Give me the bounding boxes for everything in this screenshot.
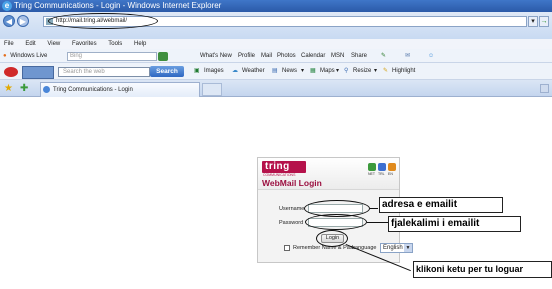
flag-label-net: NET — [368, 172, 375, 176]
language-flag-net-icon[interactable] — [368, 163, 376, 171]
msn-resize[interactable]: Resize — [353, 63, 371, 80]
menu-bar: File Edit View Favorites Tools Help — [0, 39, 552, 49]
resize-icon: ⚲ — [344, 68, 349, 74]
menu-favorites[interactable]: Favorites — [72, 41, 97, 47]
msn-dropdown-icon[interactable] — [22, 66, 54, 79]
msn-butterfly-icon — [4, 67, 18, 77]
tab-page-icon — [43, 86, 50, 93]
msn-news[interactable]: News — [282, 63, 297, 80]
username-pointer-line — [370, 208, 378, 210]
remember-checkbox[interactable] — [284, 245, 290, 251]
tab-label: Tring Communications - Login — [53, 87, 133, 93]
msn-images[interactable]: Images — [204, 63, 224, 80]
window-title-bar: e Tring Communications - Login - Windows… — [0, 0, 552, 12]
language-value: English — [383, 245, 403, 251]
language-flag-en-icon[interactable] — [388, 163, 396, 171]
webmail-login-title: WebMail Login — [262, 178, 322, 188]
new-tab-button[interactable] — [202, 83, 222, 96]
tring-tagline: COMMUNICATIONS — [263, 173, 296, 177]
menu-view[interactable]: View — [47, 41, 60, 47]
password-label: Password — [279, 220, 304, 226]
forward-button[interactable]: ▶ — [17, 15, 29, 27]
live-link-whats-new[interactable]: What's New — [200, 49, 232, 63]
flag-label-trl: TRL — [378, 172, 385, 176]
menu-edit[interactable]: Edit — [25, 41, 35, 47]
live-link-photos[interactable]: Photos — [277, 49, 296, 63]
flag-label-en: EN — [388, 172, 393, 176]
live-search-go-icon[interactable] — [158, 52, 168, 61]
callout-password: fjalekalimi i emailit — [388, 216, 521, 232]
add-favorites-icon[interactable]: ✚ — [20, 83, 28, 94]
live-link-calendar[interactable]: Calendar — [301, 49, 325, 63]
chevron-down-icon: ▼ — [404, 244, 412, 252]
resize-dropdown-icon[interactable]: ▾ — [374, 63, 377, 80]
highlight-icon: ✎ — [383, 68, 389, 74]
address-dropdown-button[interactable]: ▾ — [528, 16, 538, 27]
window-title: Tring Communications - Login - Windows I… — [14, 1, 222, 10]
callout-login: klikoni ketu per tu loguar — [413, 261, 552, 278]
maps-dropdown-icon[interactable]: ▾ — [336, 63, 339, 80]
tring-logo: tring — [262, 161, 306, 173]
weather-icon: ☁ — [232, 68, 238, 74]
password-pointer-line — [367, 222, 389, 224]
url-highlight-ellipse — [48, 13, 158, 29]
live-link-profile[interactable]: Profile — [238, 49, 255, 63]
msn-search-button[interactable]: Search — [150, 66, 184, 77]
msn-weather[interactable]: Weather — [242, 63, 265, 80]
news-icon: ▤ — [272, 68, 278, 74]
live-search-input[interactable]: Bing — [67, 52, 157, 61]
news-dropdown-icon[interactable]: ▾ — [301, 63, 304, 80]
live-link-mail[interactable]: Mail — [261, 49, 272, 63]
images-icon: ▣ — [194, 68, 200, 74]
language-select[interactable]: English ▼ — [380, 243, 413, 253]
language-flag-trl-icon[interactable] — [378, 163, 386, 171]
blog-icon[interactable]: ✎ — [381, 49, 386, 63]
go-button[interactable]: → — [539, 16, 549, 27]
home-icon[interactable] — [540, 84, 549, 93]
messenger-icon[interactable]: ✉ — [405, 49, 410, 63]
tab-tring-login[interactable]: Tring Communications - Login — [40, 82, 200, 97]
live-link-share[interactable]: Share — [351, 49, 367, 63]
msn-maps[interactable]: Maps — [320, 63, 335, 80]
back-button[interactable]: ◀ — [3, 15, 15, 27]
password-highlight-ellipse — [305, 214, 367, 230]
windows-live-brand: Windows Live — [10, 53, 48, 59]
people-icon[interactable]: ☺ — [428, 49, 434, 63]
username-label: Username — [279, 206, 305, 212]
maps-icon: ▦ — [310, 68, 316, 74]
login-highlight-ellipse — [316, 230, 348, 247]
windows-live-icon: ● — [3, 53, 7, 59]
favorites-star-icon[interactable]: ★ — [4, 83, 13, 94]
internet-explorer-icon: e — [2, 1, 12, 11]
menu-tools[interactable]: Tools — [108, 41, 122, 47]
live-link-msn[interactable]: MSN — [331, 49, 344, 63]
menu-file[interactable]: File — [4, 41, 14, 47]
callout-username: adresa e emailit — [379, 197, 503, 213]
msn-search-input[interactable]: Search the web — [58, 67, 150, 77]
menu-help[interactable]: Help — [134, 41, 146, 47]
msn-highlight[interactable]: Highlight — [392, 63, 415, 80]
